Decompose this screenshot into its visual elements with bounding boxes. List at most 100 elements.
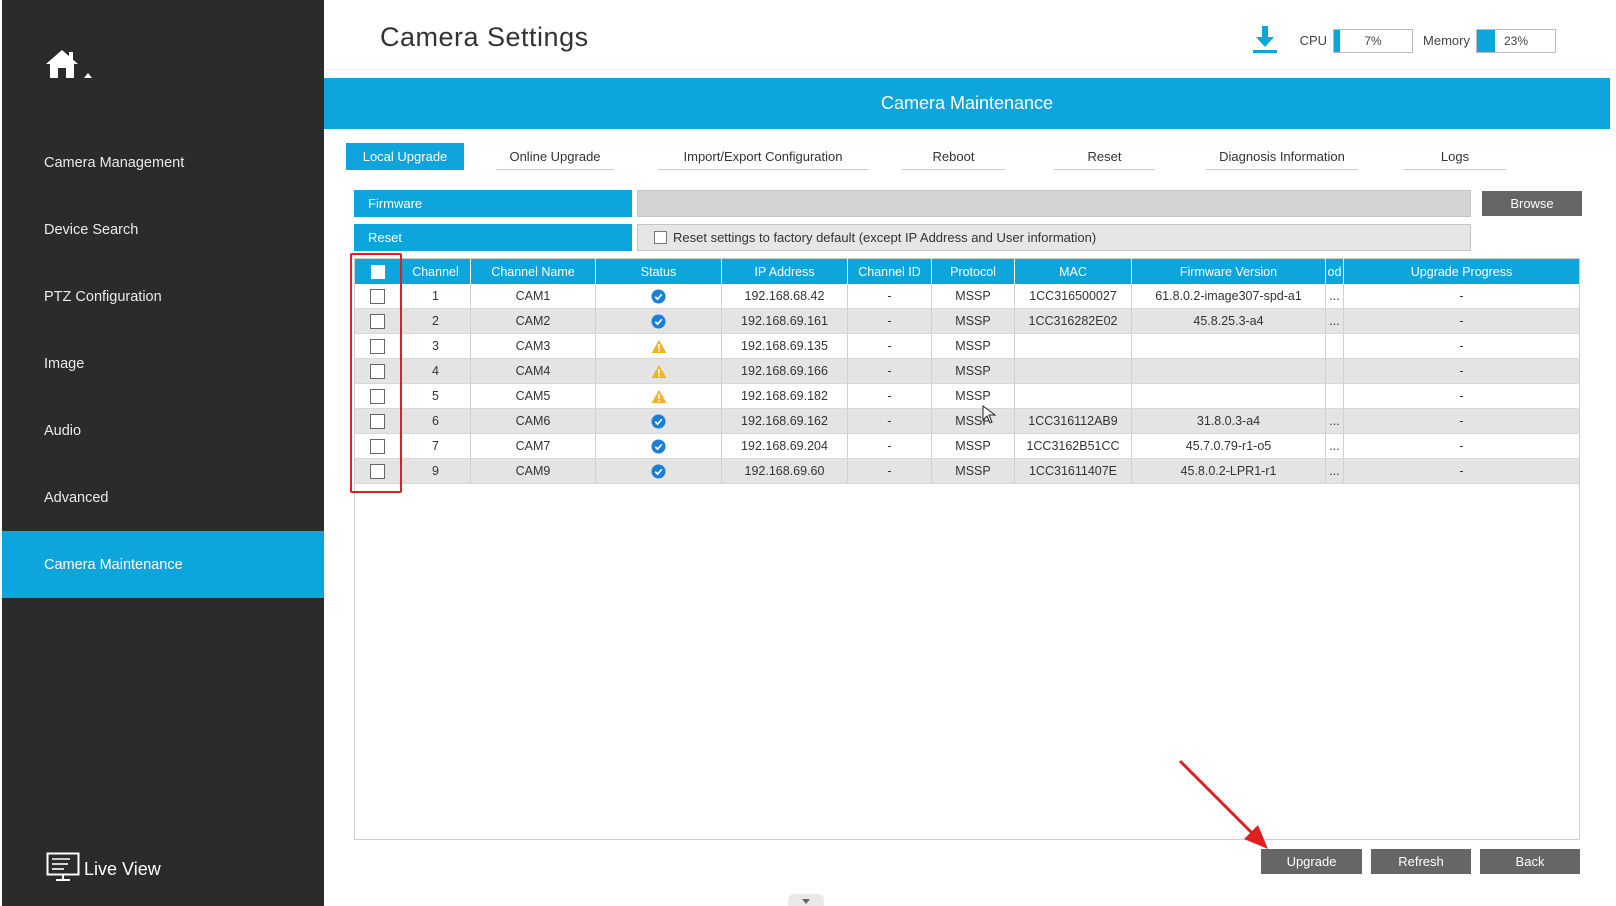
sidebar-item-device-search[interactable]: Device Search <box>2 196 324 263</box>
sidebar-item-label: Image <box>44 355 85 372</box>
table-row[interactable]: 1 CAM1 192.168.68.42- MSSP 1CC316500027 61.8.… <box>355 284 1579 309</box>
sidebar-item-label: Camera Management <box>44 154 185 171</box>
table-row[interactable]: 5 CAM5 192.168.69.182- MSSP - <box>355 384 1579 409</box>
row-select-cell <box>355 334 401 358</box>
cell-channel-id: - <box>848 459 932 483</box>
refresh-button[interactable]: Refresh <box>1371 849 1471 874</box>
column-header: Firmware Version <box>1132 259 1326 284</box>
cell-channel: 6 <box>401 409 471 433</box>
home-icon[interactable] <box>44 46 100 86</box>
check-circle-icon <box>596 284 722 308</box>
row-checkbox[interactable] <box>370 413 385 429</box>
sidebar-nav: Camera Management Device Search PTZ Config… <box>2 129 324 598</box>
cell-protocol: MSSP <box>932 334 1015 358</box>
live-view-button[interactable]: Live View <box>46 852 161 887</box>
cell-ip: 192.168.69.182 <box>722 384 848 408</box>
table-row[interactable]: 7 CAM7 192.168.69.204- MSSP 1CC3162B51CC 45.7… <box>355 434 1579 459</box>
cell-od: ... <box>1326 309 1344 333</box>
cell-protocol: MSSP <box>932 284 1015 308</box>
sidebar-item-label: Camera Maintenance <box>44 556 183 573</box>
table-row[interactable]: 2 CAM2 192.168.69.161- MSSP 1CC316282E02 45.8… <box>355 309 1579 334</box>
tab-local-upgrade[interactable]: Local Upgrade <box>346 143 464 170</box>
table-row[interactable]: 4 CAM4 192.168.69.166- MSSP - <box>355 359 1579 384</box>
cell-ip: 192.168.69.60 <box>722 459 848 483</box>
firmware-path-field[interactable] <box>637 190 1471 217</box>
cell-channel-id: - <box>848 359 932 383</box>
cell-od <box>1326 384 1344 408</box>
back-button[interactable]: Back <box>1480 849 1580 874</box>
row-checkbox[interactable] <box>370 463 385 479</box>
camera-settings-app: Camera Management Device Search PTZ Config… <box>0 0 1616 906</box>
page-title: Camera Settings <box>380 22 589 52</box>
firmware-label: Firmware <box>354 190 632 217</box>
sidebar-item-camera-maintenance[interactable]: Camera Maintenance <box>2 531 324 598</box>
sidebar-item-camera-management[interactable]: Camera Management <box>2 129 324 196</box>
monitor-icon <box>46 852 80 887</box>
row-checkbox[interactable] <box>370 388 385 404</box>
cell-progress: - <box>1459 464 1464 478</box>
row-checkbox[interactable] <box>370 288 385 304</box>
row-checkbox[interactable] <box>370 363 385 379</box>
cell-od <box>1326 334 1344 358</box>
cpu-meter-fill <box>1334 29 1340 52</box>
cell-channel: 9 <box>401 459 471 483</box>
cell-name: CAM5 <box>471 384 596 408</box>
cell-name: CAM3 <box>471 334 596 358</box>
cell-protocol: MSSP <box>932 359 1015 383</box>
row-checkbox[interactable] <box>370 313 385 329</box>
section-banner: Camera Maintenance <box>324 78 1610 129</box>
table-row[interactable]: 3 CAM3 192.168.69.135- MSSP - <box>355 334 1579 359</box>
cell-protocol: MSSP <box>932 384 1015 408</box>
sidebar-item-audio[interactable]: Audio <box>2 397 324 464</box>
tab-online-upgrade[interactable]: Online Upgrade <box>496 143 614 170</box>
row-checkbox[interactable] <box>370 338 385 354</box>
cell-channel: 3 <box>401 334 471 358</box>
cpu-meter: 7% <box>1333 28 1414 53</box>
column-header: Channel <box>401 259 471 284</box>
sidebar-item-image[interactable]: Image <box>2 330 324 397</box>
check-circle-icon <box>596 409 722 433</box>
browse-button[interactable]: Browse <box>1482 191 1582 216</box>
cell-progress: - <box>1459 364 1464 378</box>
download-icon[interactable] <box>1250 24 1280 57</box>
bottom-expander[interactable] <box>788 894 824 906</box>
tab-diagnosis-information[interactable]: Diagnosis Information <box>1206 143 1358 170</box>
tab-logs[interactable]: Logs <box>1404 143 1506 170</box>
row-select-cell <box>355 309 401 333</box>
cell-od: ... <box>1326 434 1344 458</box>
cell-od: ... <box>1326 459 1344 483</box>
cell-firmware: 61.8.0.2-image307-spd-a1 <box>1132 284 1326 308</box>
cell-ip: 192.168.68.42 <box>722 284 848 308</box>
cpu-label: CPU <box>1299 33 1328 48</box>
row-select-cell <box>355 459 401 483</box>
cell-mac: 1CC316112AB9 <box>1015 409 1132 433</box>
tab-reboot[interactable]: Reboot <box>902 143 1005 170</box>
table-row[interactable]: 9 CAM9 192.168.69.60- MSSP 1CC31611407E 45.8.… <box>355 459 1579 484</box>
warning-icon <box>596 359 722 383</box>
table-body: 1 CAM1 192.168.68.42- MSSP 1CC316500027 61.8.… <box>355 284 1579 484</box>
table-row[interactable]: 6 CAM6 192.168.69.162- MSSP 1CC316112AB9 31.8… <box>355 409 1579 434</box>
sidebar-item-ptz-configuration[interactable]: PTZ Configuration <box>2 263 324 330</box>
sidebar-item-advanced[interactable]: Advanced <box>2 464 324 531</box>
live-view-label: Live View <box>84 859 161 879</box>
tab-reset[interactable]: Reset <box>1054 143 1155 170</box>
mouse-cursor-icon <box>982 405 997 424</box>
cell-mac <box>1015 359 1132 383</box>
cell-progress: - <box>1459 439 1464 453</box>
cell-ip: 192.168.69.204 <box>722 434 848 458</box>
row-select-cell <box>355 284 401 308</box>
row-checkbox[interactable] <box>370 438 385 454</box>
reset-option: Reset settings to factory default (excep… <box>637 224 1471 251</box>
column-header: Upgrade Progress <box>1410 264 1513 279</box>
cell-channel-id: - <box>848 384 932 408</box>
check-circle-icon <box>596 459 722 483</box>
column-header: Channel Name <box>471 259 596 284</box>
select-all-checkbox[interactable] <box>370 264 385 279</box>
column-header: MAC <box>1015 259 1132 284</box>
cell-name: CAM7 <box>471 434 596 458</box>
tab-import-export-configuration[interactable]: Import/Export Configuration <box>658 143 868 170</box>
reset-factory-checkbox[interactable] <box>654 231 667 244</box>
cell-od: ... <box>1326 284 1344 308</box>
cell-ip: 192.168.69.166 <box>722 359 848 383</box>
cell-name: CAM9 <box>471 459 596 483</box>
